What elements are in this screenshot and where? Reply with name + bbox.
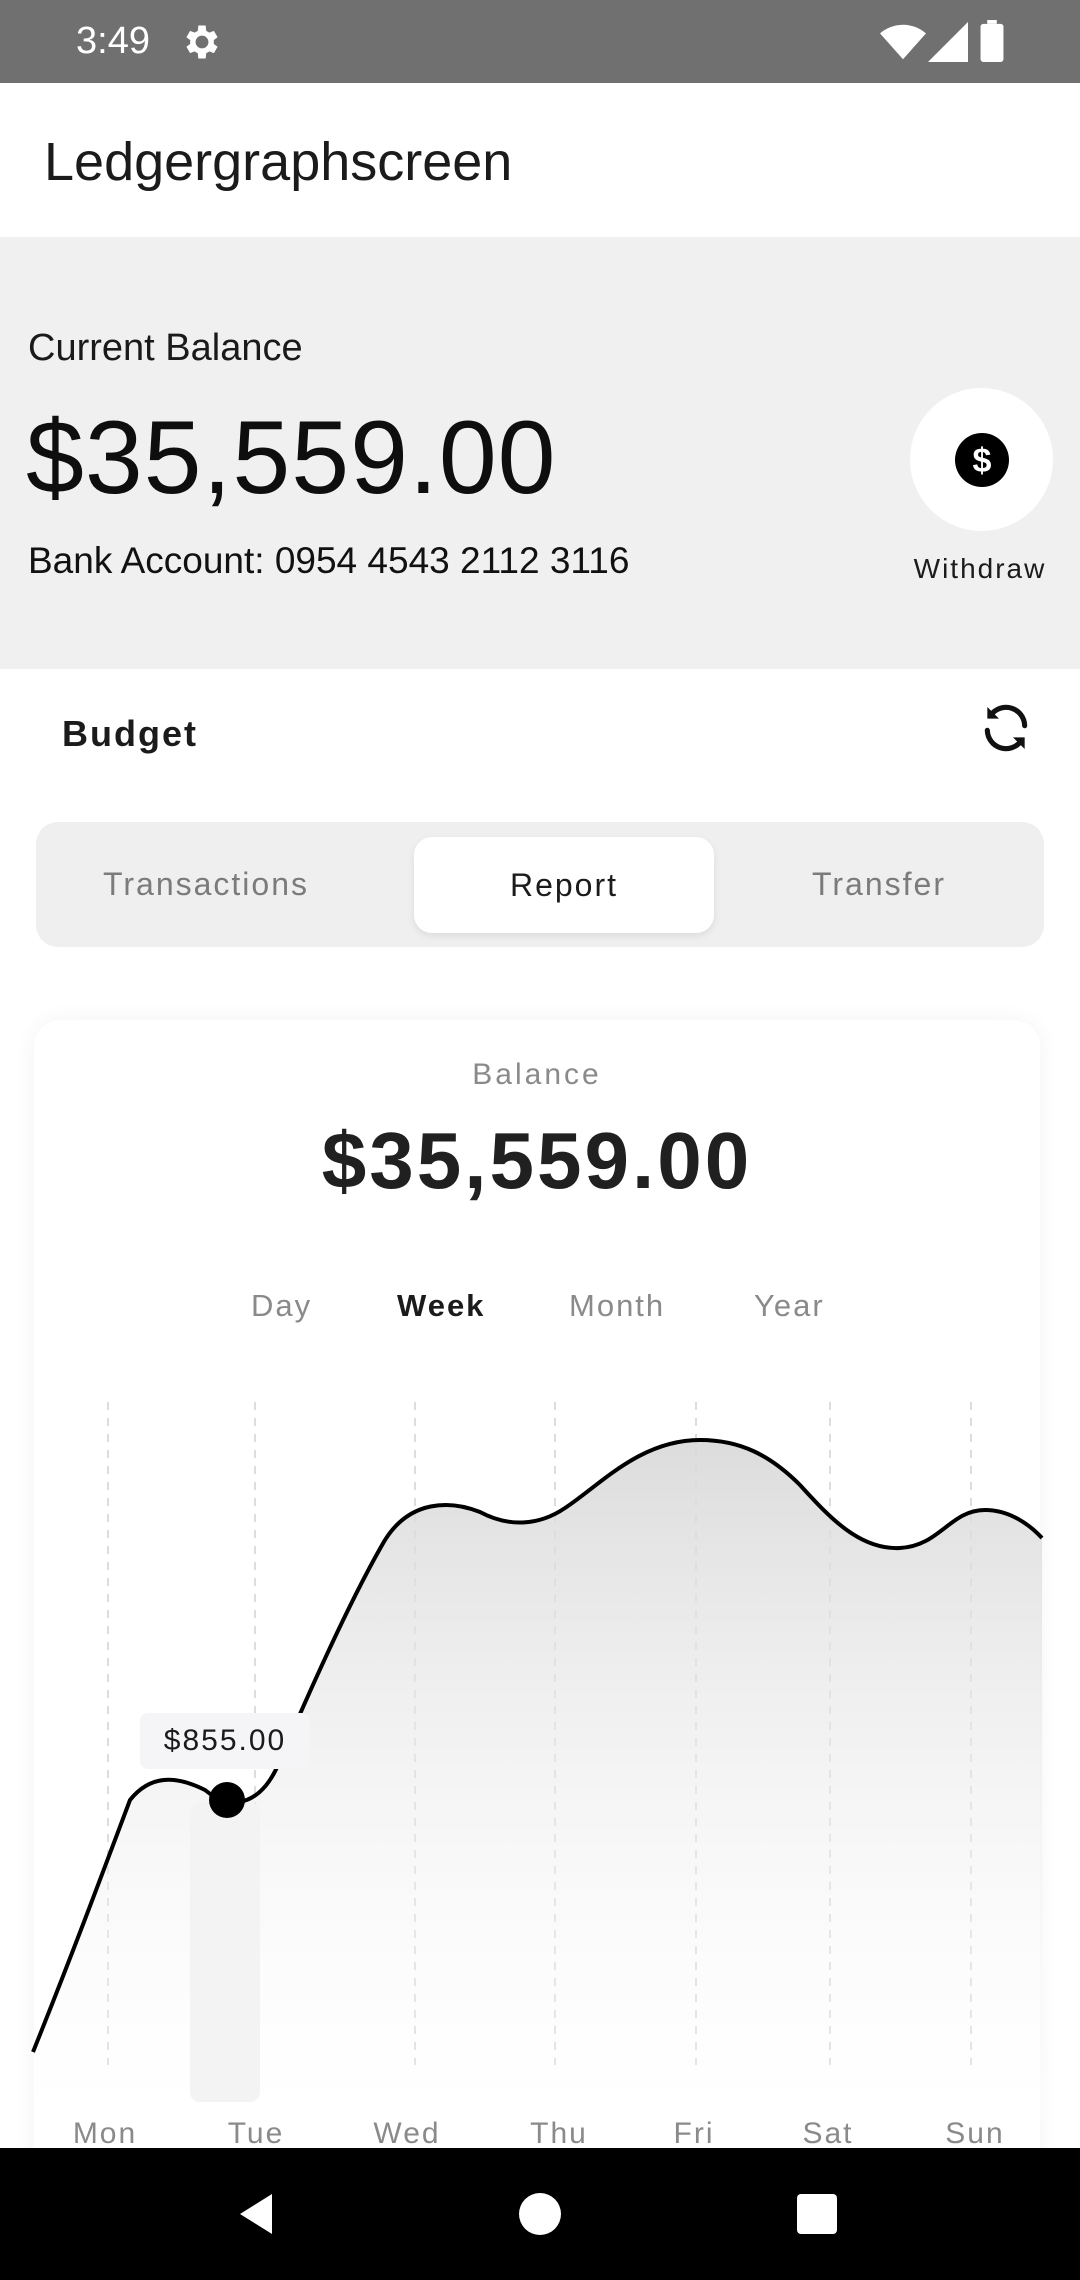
x-label-mon: Mon [73,2117,137,2150]
period-day[interactable]: Day [251,1288,312,1324]
x-label-tue: Tue [228,2117,285,2150]
card-balance-amount: $35,559.00 [321,1116,753,1205]
battery-icon [980,20,1004,62]
period-month[interactable]: Month [569,1288,665,1324]
period-year[interactable]: Year [754,1288,825,1324]
period-week[interactable]: Week [397,1288,485,1324]
x-label-sun: Sun [945,2117,1004,2150]
tooltip-label: $855.00 [164,1724,286,1757]
selected-point [209,1782,245,1818]
current-balance-amount: $35,559.00 [26,400,557,516]
cell-signal-icon [928,22,968,62]
withdraw-label[interactable]: Withdraw [880,553,1080,585]
nav-recents-icon[interactable] [797,2194,837,2234]
current-balance-label: Current Balance [28,327,303,369]
x-label-sat: Sat [802,2117,853,2150]
bank-account-number: Bank Account: 0954 4543 2112 3116 [28,540,630,581]
balance-header: Current Balance $35,559.00 Bank Account:… [0,237,1080,669]
x-label-wed: Wed [373,2117,440,2150]
settings-gear-icon [186,25,218,59]
app-title: Ledgergraphscreen [44,132,513,192]
tab-segment: Transactions Report Transfer [36,822,1044,947]
tab-transfer[interactable]: Transfer [714,822,1044,947]
tab-report[interactable]: Report [414,837,714,933]
x-label-thu: Thu [530,2117,588,2150]
withdraw-button[interactable]: $ [910,388,1053,531]
dollar-coin-icon: $ [955,433,1009,487]
nav-bar [0,2148,1080,2280]
tab-transactions[interactable]: Transactions [36,822,376,947]
x-label-fri: Fri [674,2117,715,2150]
status-bar: 3:49 [0,0,1080,83]
refresh-icon[interactable] [978,700,1034,756]
svg-text:$: $ [973,442,992,480]
nav-back-icon[interactable] [232,2190,280,2238]
nav-home-icon[interactable] [519,2193,561,2235]
budget-title: Budget [62,713,198,754]
status-time: 3:49 [76,20,150,62]
balance-chart[interactable]: $855.00 Mon Tue Wed Thu Fri Sat Sun [0,1380,1080,2200]
app-bar: Ledgergraphscreen [0,83,1080,237]
selected-highlight [190,1802,260,2102]
wifi-icon [880,24,926,60]
card-balance-label: Balance [472,1058,602,1091]
